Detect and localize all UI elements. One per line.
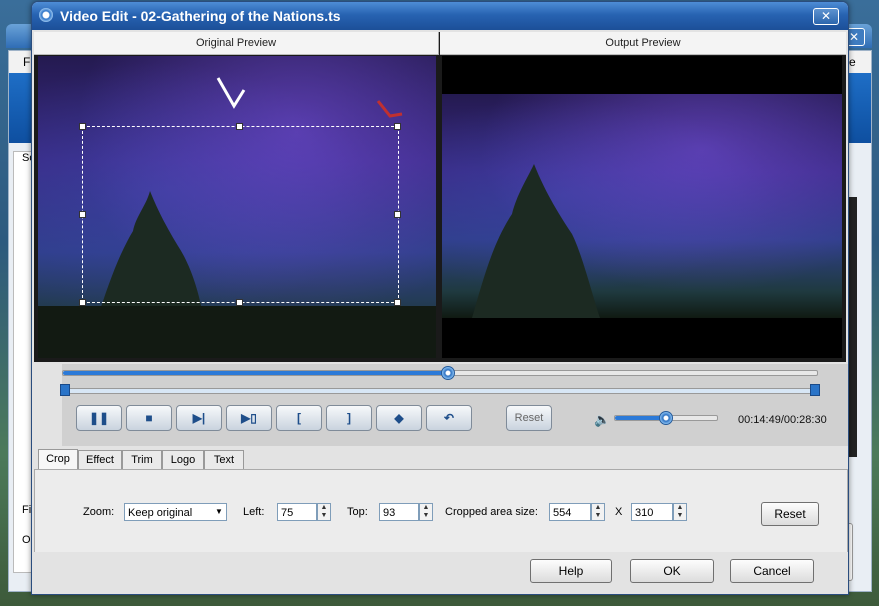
dialog-footer: Help OK Cancel	[32, 552, 848, 594]
crop-handle-left[interactable]	[79, 211, 86, 218]
crop-height-stepper[interactable]: ▲ ▼	[673, 503, 687, 521]
mark-out-button[interactable]: ]	[326, 405, 372, 431]
crop-width-input[interactable]: 554	[549, 503, 591, 521]
video-edit-dialog: Video Edit - 02-Gathering of the Nations…	[31, 1, 849, 595]
crop-handle-top[interactable]	[236, 123, 243, 130]
size-x-label: X	[615, 506, 623, 518]
zoom-label: Zoom:	[83, 506, 115, 518]
close-button[interactable]: ✕	[813, 8, 839, 25]
crop-handle-bottom-right[interactable]	[394, 299, 401, 306]
time-display: 00:14:49/00:28:30	[738, 414, 827, 426]
crop-handle-top-left[interactable]	[79, 123, 86, 130]
tab-trim[interactable]: Trim	[122, 450, 162, 470]
output-tree-silhouette	[472, 164, 600, 318]
output-preview-video	[442, 56, 842, 358]
background-menu-help[interactable]: e	[849, 55, 856, 69]
transport-controls: ❚❚ ■ ▶| ▶▯[] ◆ ↶ Reset 🔈 00:14:49/00:28:30	[60, 364, 848, 446]
seek-bar-fill	[63, 371, 448, 375]
crop-handle-bottom[interactable]	[236, 299, 243, 306]
crop-handle-bottom-left[interactable]	[79, 299, 86, 306]
left-label: Left:	[243, 506, 265, 518]
crop-width-stepper[interactable]: ▲ ▼	[591, 503, 605, 521]
crop-handle-top-right[interactable]	[394, 123, 401, 130]
left-input[interactable]: 75	[277, 503, 317, 521]
output-preview-label: Output Preview	[440, 32, 846, 55]
trim-range-bar[interactable]	[64, 388, 816, 394]
arrow-annotation-icon	[216, 77, 246, 109]
crop-rectangle[interactable]	[82, 126, 399, 303]
next-frame-button[interactable]: ▶|	[176, 405, 222, 431]
preview-area: Original Preview Output Preview	[34, 32, 846, 362]
app-logo-icon	[39, 8, 53, 22]
top-label: Top:	[347, 506, 368, 518]
seek-knob[interactable]	[440, 366, 455, 380]
help-button[interactable]: Help	[530, 559, 612, 583]
crop-reset-button[interactable]: Reset	[761, 502, 819, 526]
trim-end-marker[interactable]	[810, 384, 820, 396]
tab-crop[interactable]: Crop	[38, 449, 78, 471]
cube-button[interactable]: ◆	[376, 405, 422, 431]
speaker-icon[interactable]: 🔈	[594, 412, 610, 428]
snapshot-button[interactable]: ▶▯	[226, 405, 272, 431]
top-stepper[interactable]: ▲ ▼	[419, 503, 433, 521]
tab-effect[interactable]: Effect	[78, 450, 122, 470]
original-preview-video[interactable]	[38, 56, 436, 358]
dialog-titlebar[interactable]: Video Edit - 02-Gathering of the Nations…	[32, 2, 848, 30]
crop-handle-right[interactable]	[394, 211, 401, 218]
volume-knob[interactable]	[659, 411, 673, 425]
tab-logo[interactable]: Logo	[162, 450, 204, 470]
background-label-output: O	[22, 534, 31, 546]
top-input[interactable]: 93	[379, 503, 419, 521]
trim-start-marker[interactable]	[60, 384, 70, 396]
output-scene-svg	[472, 164, 600, 318]
mark-in-button[interactable]: [	[276, 405, 322, 431]
transport-reset-button[interactable]: Reset	[506, 405, 552, 431]
zoom-select[interactable]: Keep original ▼	[124, 503, 227, 521]
dialog-title: Video Edit - 02-Gathering of the Nations…	[60, 8, 341, 24]
crop-panel: Zoom: Keep original ▼ Left: 75 ▲ ▼ Top: 9…	[34, 469, 848, 553]
stop-button[interactable]: ■	[126, 405, 172, 431]
flag-logo-icon	[376, 100, 403, 118]
background-label-file: Fi	[22, 504, 32, 516]
zoom-select-value: Keep original	[128, 507, 193, 519]
original-preview-label: Original Preview	[34, 32, 439, 55]
pause-button[interactable]: ❚❚	[76, 405, 122, 431]
tab-text[interactable]: Text	[204, 450, 244, 470]
output-video-frame	[442, 94, 842, 318]
chevron-down-icon[interactable]: ▼	[212, 504, 226, 520]
left-stepper[interactable]: ▲ ▼	[317, 503, 331, 521]
crop-height-input[interactable]: 310	[631, 503, 673, 521]
undo-button[interactable]: ↶	[426, 405, 472, 431]
cancel-button[interactable]: Cancel	[730, 559, 814, 583]
ok-button[interactable]: OK	[630, 559, 714, 583]
ground-strip	[38, 306, 436, 358]
cropped-area-label: Cropped area size:	[445, 506, 538, 518]
